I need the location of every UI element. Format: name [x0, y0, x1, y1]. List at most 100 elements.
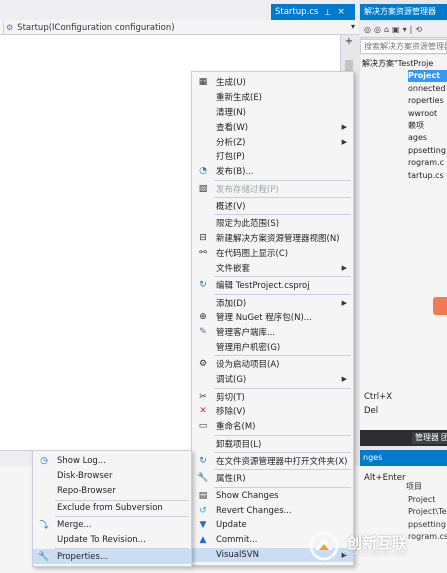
cut-icon: ✂	[199, 391, 207, 402]
menu-item-properties-wrench[interactable]: 🔧 属性(R) Alt+Enter	[192, 471, 405, 486]
menu-item-label: Disk-Browser	[57, 470, 113, 481]
menu-item-label: 发布存储过程(P)	[216, 184, 279, 195]
menu-item-item-25[interactable]: 调试(G) ▶	[192, 372, 353, 387]
menu-item-code-map[interactable]: ⚯ 在代码图上显示(C)	[192, 246, 353, 261]
menu-item-item-5[interactable]: 打包(P)	[192, 149, 353, 164]
menu-item-build[interactable]: ▦ 生成(U)	[192, 75, 353, 90]
menu-item-label: 限定为此范围(S)	[216, 219, 280, 230]
menu-item-shortcut: Ctrl+X	[364, 391, 393, 402]
submenu-arrow-icon: ▶	[341, 263, 347, 272]
tree-item[interactable]: 赖项	[408, 120, 424, 132]
menu-item-label: 管理用户机密(G)	[216, 342, 281, 353]
member-combo-label: Startup(IConfiguration configuration)	[17, 22, 175, 33]
menu-item-edit-project[interactable]: ↻ 编辑 TestProject.csproj	[192, 278, 353, 293]
watermark-logo-icon	[309, 531, 339, 561]
logo-badge	[433, 297, 447, 315]
menu-item-item-15[interactable]: 文件嵌套 ▶	[192, 260, 353, 275]
menu-item-label: 在文件资源管理器中打开文件夹(X)	[216, 456, 348, 467]
menu-item-label: 移除(V)	[216, 407, 246, 418]
divider-icon[interactable]: |	[410, 25, 413, 34]
tree-item[interactable]: Project	[408, 70, 447, 83]
changes-item[interactable]: Project\Te	[408, 506, 447, 518]
menu-item-label: 文件嵌套	[216, 263, 251, 274]
menu-item-label: 重新生成(E)	[216, 93, 263, 104]
bottom-tab-strip: 管理器 团	[360, 430, 447, 446]
menu-item-label: 设为启动项目(A)	[216, 360, 280, 371]
menu-item-label: 清理(N)	[216, 107, 246, 118]
menu-item-item-10[interactable]: 概述(V)	[192, 199, 353, 214]
project-combo[interactable]	[0, 20, 4, 34]
menu-item-new-view[interactable]: ⊟ 新建解决方案资源管理器视图(N)	[192, 231, 353, 246]
submenu-arrow-icon: ▶	[341, 137, 347, 146]
menu-item-merge[interactable]: ⤵ Merge...	[33, 517, 191, 532]
menu-item-item-4[interactable]: 分析(Z) ▶	[192, 134, 353, 149]
watermark-text: 创新互联	[347, 534, 408, 552]
menu-item-item-1[interactable]: Disk-Browser	[33, 468, 191, 483]
menu-item-client-library[interactable]: ✎ 管理客户端库...	[192, 325, 353, 340]
tree-item[interactable]: onnected	[408, 83, 446, 95]
menu-item-label: Update To Revision...	[57, 534, 146, 545]
menu-item-label: 剪切(T)	[216, 392, 245, 403]
menu-item-label: Revert Changes...	[216, 505, 292, 516]
member-combo[interactable]: ⚙ Startup(IConfiguration configuration)	[6, 21, 175, 34]
menu-item-item-4[interactable]: Exclude from Subversion	[33, 500, 191, 515]
chevron-down-icon[interactable]: ▾	[351, 22, 355, 31]
forward-icon[interactable]: ◎	[374, 25, 381, 34]
changes-item[interactable]: 项目	[406, 481, 422, 493]
menu-item-item-19[interactable]: 添加(D) ▶	[192, 295, 353, 310]
menu-item-rename[interactable]: ▭ 重命名(M)	[192, 419, 353, 434]
menu-item-item-2[interactable]: 清理(N)	[192, 105, 353, 120]
tab-team[interactable]: 团	[438, 432, 447, 444]
menu-item-show-changes[interactable]: ▤ Show Changes	[192, 488, 353, 503]
menu-item-label: 调试(G)	[216, 375, 247, 386]
tree-item[interactable]: ppsetting	[408, 145, 446, 157]
project-context-menu: ▦ 生成(U) 重新生成(E) 清理(N) 查看(W) ▶ 分析(Z) ▶ 打包(P) ◔ 发布(B…	[191, 71, 405, 566]
menu-item-open-folder[interactable]: ↻ 在文件资源管理器中打开文件夹(X)	[192, 454, 353, 469]
menu-item-publish[interactable]: ◔ 发布(B)...	[192, 164, 353, 179]
tree-item[interactable]: roperties	[408, 95, 444, 107]
back-icon[interactable]: ◎	[364, 25, 371, 34]
split-button[interactable]: +	[341, 36, 357, 48]
menu-item-remove[interactable]: ✕ 移除(V) Del	[192, 404, 378, 419]
refresh-icon[interactable]: ⟲	[415, 25, 422, 34]
menu-item-properties[interactable]: 🔧 Properties...	[33, 549, 191, 565]
menu-item-item-12[interactable]: 限定为此范围(S)	[192, 216, 353, 231]
menu-item-show-log[interactable]: ◷ Show Log...	[33, 453, 191, 468]
publish-stored-procedure-icon: ▧	[198, 183, 208, 194]
pin-icon[interactable]: ⊥	[324, 8, 331, 17]
solution-explorer-search[interactable]: 搜索解决方案资源管理器	[360, 39, 447, 54]
menu-item-item-1[interactable]: 重新生成(E)	[192, 90, 353, 105]
startup-project-icon: ⚙	[198, 359, 208, 370]
menu-item-label: Repo-Browser	[57, 485, 116, 496]
tree-item[interactable]: ages	[408, 132, 427, 144]
chevron-down-icon[interactable]: ▾	[403, 25, 407, 34]
publish-icon: ◔	[199, 166, 207, 177]
tree-item[interactable]: tartup.cs	[408, 170, 444, 182]
menu-item-label: 重命名(M)	[216, 422, 256, 433]
home-icon[interactable]: ⌂	[384, 25, 389, 34]
sync-icon[interactable]: ▣	[392, 25, 400, 34]
menu-item-label: 管理 NuGet 程序包(N)...	[216, 313, 312, 324]
show-log-icon: ◷	[40, 455, 48, 466]
menu-item-item-3[interactable]: 查看(W) ▶	[192, 119, 353, 134]
menu-item-startup-project[interactable]: ⚙ 设为启动项目(A)	[192, 357, 353, 372]
changes-item[interactable]: Project	[408, 494, 435, 506]
menu-item-item-22[interactable]: 管理用户机密(G)	[192, 340, 353, 355]
menu-item-nuget[interactable]: ⊕ 管理 NuGet 程序包(N)...	[192, 310, 353, 325]
menu-item-item-2[interactable]: Repo-Browser	[33, 483, 191, 498]
method-icon: ⚙	[6, 23, 14, 32]
close-icon[interactable]: ×	[337, 7, 345, 17]
menu-item-label: 打包(P)	[216, 152, 245, 163]
menu-item-item-31[interactable]: 卸载项目(L)	[192, 436, 353, 451]
menu-item-publish-stored-procedure[interactable]: ▧ 发布存储过程(P)	[192, 181, 353, 196]
tree-item[interactable]: 解决方案"TestProje	[362, 58, 433, 70]
menu-item-label: Commit...	[216, 535, 258, 546]
tree-item[interactable]: wwroot	[408, 108, 437, 120]
tab-startup-cs[interactable]: Startup.cs ⊥ ×	[271, 4, 355, 20]
menu-item-cut[interactable]: ✂ 剪切(T) Ctrl+X	[192, 389, 392, 404]
menu-item-revert-changes[interactable]: ↺ Revert Changes...	[192, 503, 353, 518]
tree-item[interactable]: rogram.c	[408, 157, 444, 169]
menu-item-item-7[interactable]: Update To Revision...	[33, 532, 191, 547]
revert-changes-icon: ↺	[199, 505, 207, 516]
menu-item-label: Exclude from Subversion	[57, 502, 163, 513]
